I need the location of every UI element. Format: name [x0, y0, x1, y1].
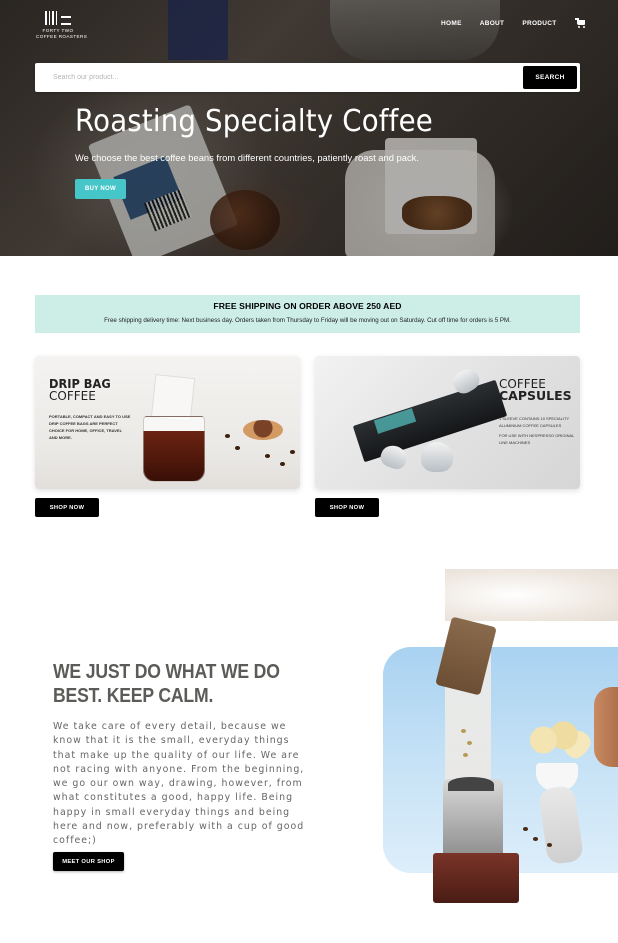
product-description: 1 SLEEVE CONTAINS 10 SPECIALITY ALUMINIU… [499, 416, 570, 428]
hero-section: FORTY TWO COFFEE ROASTERS HOME ABOUT PRO… [0, 0, 618, 256]
hero-title: Roasting Specialty Coffee [75, 104, 433, 139]
nav-home-link[interactable]: HOME [441, 20, 462, 27]
roaster-hopper-image [448, 777, 494, 791]
drip-bag-image [150, 374, 196, 422]
coffee-bean-icon [547, 843, 552, 847]
coffee-glass-image [143, 416, 205, 482]
main-nav: HOME ABOUT PRODUCT [441, 18, 586, 28]
logo-line2: COFFEE ROASTERS [36, 33, 88, 39]
product-description-secondary: FOR USE WITH NESPRESSO ORIGINAL LINE MAC… [499, 433, 575, 445]
shipping-banner: FREE SHIPPING ON ORDER ABOVE 250 AED Fre… [35, 295, 580, 333]
coffee-bean-icon [225, 434, 230, 438]
capsule-image [421, 442, 453, 472]
about-title: WE JUST DO WHAT WE DO BEST. KEEP CALM. [53, 661, 280, 707]
nav-product-link[interactable]: PRODUCT [522, 20, 556, 27]
shop-now-drip-button[interactable]: SHOP NOW [35, 498, 99, 517]
coffee-bean-icon [523, 827, 528, 831]
nav-about-link[interactable]: ABOUT [480, 20, 505, 27]
product-title-line2: CAPSULES [499, 388, 572, 403]
product-card-drip-bag[interactable]: DRIP BAG COFFEE PORTABLE, COMPACT AND EA… [35, 356, 300, 489]
roaster-base-image [433, 853, 519, 903]
about-text: We take care of every detail, because we… [53, 721, 305, 847]
search-button[interactable]: SEARCH [523, 66, 577, 89]
search-bar: SEARCH [35, 63, 580, 92]
meet-our-shop-button[interactable]: MEET OUR SHOP [53, 852, 124, 871]
about-collage-image [383, 569, 618, 909]
marble-background [445, 569, 618, 621]
tart-image [243, 420, 283, 440]
shipping-title: FREE SHIPPING ON ORDER ABOVE 250 AED [213, 301, 402, 311]
coffee-bean-icon [290, 450, 295, 454]
coffee-bean-icon [533, 837, 538, 841]
coffee-bean-icon [265, 454, 270, 458]
shipping-text: Free shipping delivery time: Next busine… [104, 317, 511, 324]
logo-line1: FORTY TWO [42, 28, 74, 33]
product-description: PORTABLE, COMPACT AND EASY TO USE DRIP C… [49, 414, 131, 440]
coffee-bean-icon [467, 741, 472, 745]
search-input[interactable] [43, 67, 513, 88]
site-logo[interactable]: FORTY TWO COFFEE ROASTERS [36, 9, 88, 39]
shop-now-capsules-button[interactable]: SHOP NOW [315, 498, 379, 517]
logo-mark-icon [36, 9, 80, 25]
coffee-bean-icon [235, 446, 240, 450]
coffee-roaster-image [443, 779, 503, 859]
coffee-bean-icon [461, 729, 466, 733]
hero-subtitle: We choose the best coffee beans from dif… [75, 152, 419, 163]
buy-now-button[interactable]: BUY NOW [75, 179, 126, 199]
coffee-bean-icon [463, 753, 468, 757]
flowers-image [523, 717, 591, 763]
product-title-line2: COFFEE [49, 389, 96, 403]
cart-icon[interactable] [574, 18, 586, 28]
face-profile-image [594, 687, 618, 767]
coffee-bean-icon [280, 462, 285, 466]
product-card-capsules[interactable]: COFFEE CAPSULES 1 SLEEVE CONTAINS 10 SPE… [315, 356, 580, 489]
